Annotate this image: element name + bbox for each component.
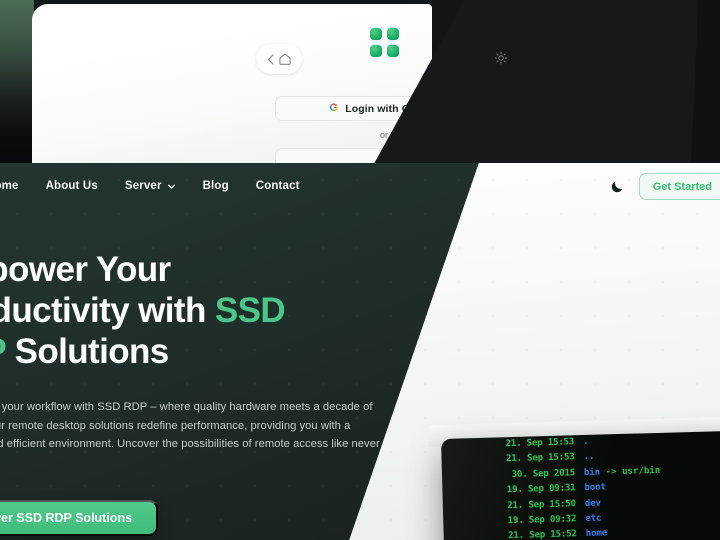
- sun-icon[interactable]: [494, 51, 508, 65]
- terminal-row-name: home: [585, 528, 608, 540]
- hero-paragraph: Supercharge your workflow with SSD RDP –…: [0, 401, 380, 450]
- four-dot-grid-logo: [370, 28, 400, 58]
- hero-cta-label: Discover SSD RDP Solutions: [0, 511, 133, 525]
- google-g-icon: G: [329, 102, 339, 114]
- browser-nav-pill[interactable]: [256, 44, 302, 74]
- discover-ssd-rdp-solutions-button[interactable]: Discover SSD RDP Solutions: [0, 500, 159, 536]
- home-icon[interactable]: [278, 52, 292, 66]
- nav-item-contact-label: Contact: [255, 180, 300, 192]
- terminal-row-symlink: -> usr/bin: [599, 465, 661, 478]
- hero-title-line2-accent: SSD: [214, 291, 286, 330]
- hero-title-line1: Empower Your: [0, 250, 171, 289]
- nav-item-home-label: Home: [0, 180, 19, 192]
- nav-item-blog-label: Blog: [202, 180, 229, 192]
- terminal-row-name: dev: [584, 498, 602, 509]
- terminal-row-name: ..: [583, 452, 595, 463]
- hero-copy: Empower Your Productivity with SSD RDP S…: [0, 249, 404, 536]
- terminal-screenshot: 21. Sep 15:53. 21. Sep 15:53.. 30. Sep 201…: [441, 429, 720, 540]
- get-started-button[interactable]: Get Started: [638, 173, 720, 200]
- navbar-actions: Get Started: [610, 173, 720, 200]
- get-started-label: Get Started: [652, 180, 712, 193]
- nav-item-contact[interactable]: Contact: [256, 180, 300, 192]
- terminal-row-name: etc: [585, 513, 602, 525]
- terminal-row-name: boot: [584, 482, 607, 494]
- main-navbar: Home About Us Server Blog Contact: [0, 163, 720, 209]
- nav-item-about-us[interactable]: About Us: [46, 180, 98, 192]
- nav-item-home[interactable]: Home: [0, 180, 19, 192]
- terminal-output: 21. Sep 15:53. 21. Sep 15:53.. 30. Sep 201…: [441, 430, 720, 540]
- logo-dot: [370, 28, 382, 40]
- chevron-down-icon[interactable]: [167, 182, 176, 191]
- hero-title-line3-plain: Solutions: [5, 332, 170, 371]
- logo-dot: [387, 45, 399, 57]
- nav-item-server-label: Server: [124, 180, 162, 192]
- logo-dot: [387, 28, 399, 40]
- nav-item-server[interactable]: Server: [125, 180, 176, 192]
- top-screenshot-band: G Login with Google or: [0, 0, 720, 163]
- hero-section: Home About Us Server Blog Contact: [0, 163, 720, 540]
- terminal-row-name: bin: [583, 467, 601, 478]
- left-gradient-strip: [0, 0, 34, 163]
- moon-icon[interactable]: [610, 179, 625, 194]
- logo-dot: [370, 45, 382, 57]
- chevron-left-icon[interactable]: [267, 53, 274, 65]
- nav-item-blog[interactable]: Blog: [203, 180, 229, 192]
- nav-links: Home About Us Server Blog Contact: [0, 180, 300, 192]
- page-root: G Login with Google or Home About Us: [0, 0, 720, 540]
- nav-item-about-us-label: About Us: [45, 180, 98, 192]
- terminal-card: 21. Sep 15:53. 21. Sep 15:53.. 30. Sep 201…: [441, 429, 720, 540]
- terminal-row-name: .: [583, 436, 589, 448]
- hero-title: Empower Your Productivity with SSD RDP S…: [0, 249, 404, 372]
- hero-title-line2-plain: Productivity with: [0, 291, 206, 330]
